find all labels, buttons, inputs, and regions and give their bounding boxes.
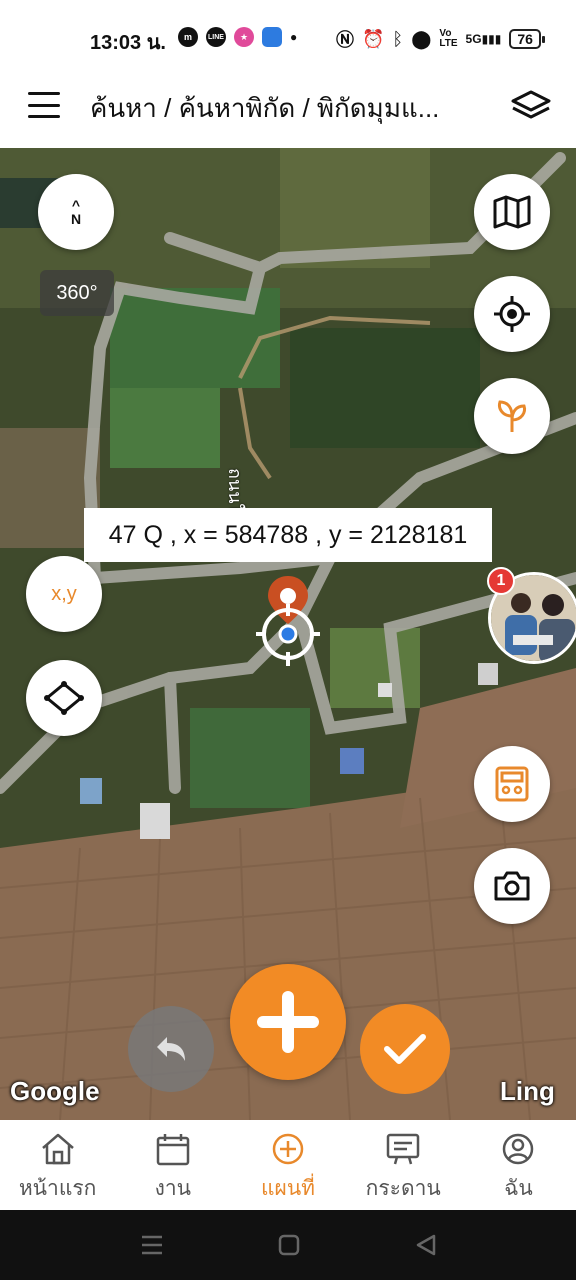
sprout-icon [498,400,526,432]
compass-north-label: N [70,211,82,227]
nav-profile-label: ฉัน [504,1177,533,1200]
map-type-button[interactable] [474,174,550,250]
compass-button[interactable]: ^ N [38,174,114,250]
nav-profile[interactable]: ฉัน [461,1120,576,1210]
crosshair-icon [494,296,530,332]
calculator-button[interactable] [474,746,550,822]
calendar-icon [156,1134,190,1166]
board-icon [386,1133,420,1165]
check-icon [384,1034,426,1064]
recents-icon[interactable] [142,1235,162,1255]
home-icon [41,1133,74,1165]
rotation-badge: 360° [40,270,114,316]
battery-indicator: 76 [509,29,545,49]
app-cube-icon [262,27,282,47]
polygon-tool-button[interactable] [26,660,102,736]
nav-home[interactable]: หน้าแรก [0,1120,115,1210]
map-icon [493,195,531,229]
hamburger-menu-icon[interactable] [28,92,60,118]
app-header: ค้นหา / ค้นหาพิกัด / พิกัดมุมแ... [0,68,576,148]
home-button-icon[interactable] [278,1234,300,1256]
nav-tasks[interactable]: งาน [115,1120,230,1210]
location-pin-icon[interactable] [252,574,324,670]
xy-button-label: x,y [51,582,77,605]
signal-icon: 5G▮▮▮ [465,32,502,46]
nav-map-label: แผนที่ [260,1177,316,1200]
polygon-icon [44,681,84,715]
undo-icon [157,1037,185,1061]
system-icons: Ⓝ ⏰ ᛒ ⬤ Vo LTE 5G▮▮▮ 76 [336,26,545,52]
notification-badge: 1 [487,567,515,595]
ling-attribution: Ling [500,1076,555,1106]
notification-icons: m LINE ★ ● [178,27,297,47]
system-navigation-bar [0,1210,576,1280]
map-view[interactable]: ถนนใหญ่ ^ N 360° x,y 47 Q , x = 584788 ,… [0,148,576,1120]
status-bar: 13:03 น. m LINE ★ ● Ⓝ ⏰ ᛒ ⬤ Vo LTE 5G▮▮▮ … [0,0,576,68]
nav-board-label: กระดาน [365,1177,441,1200]
location-icon: ⬤ [411,28,432,49]
alarm-icon: ⏰ [362,28,385,49]
line-icon: LINE [206,27,226,47]
page-title: ค้นหา / ค้นหาพิกัด / พิกัดมุมแ... [90,93,440,123]
messenger-icon: m [178,27,198,47]
plus-circle-icon [272,1133,304,1165]
status-time: 13:03 น. [90,32,166,54]
network-type: 5G [465,32,482,46]
calculator-icon [495,766,529,802]
google-attribution: Google [10,1076,100,1106]
nav-board[interactable]: กระดาน [346,1120,461,1210]
confirm-button[interactable] [360,1004,450,1094]
coordinate-readout: 47 Q , x = 584788 , y = 2128181 [84,508,492,562]
undo-button[interactable] [128,1006,214,1092]
more-dot-icon: ● [290,30,298,44]
nfc-icon: Ⓝ [336,30,354,50]
star-app-icon: ★ [234,27,254,47]
layers-icon[interactable] [510,88,552,124]
camera-icon [494,871,530,901]
bottom-navigation: หน้าแรก งาน แผนที่ กระดาน ฉัน [0,1120,576,1210]
bluetooth-icon: ᛒ [392,28,404,49]
camera-button[interactable] [474,848,550,924]
nav-home-label: หน้าแรก [18,1177,97,1200]
plant-layer-button[interactable] [474,378,550,454]
plus-icon [257,991,319,1053]
nav-map[interactable]: แผนที่ [230,1120,345,1210]
volte-icon: Vo LTE [439,28,458,49]
back-icon[interactable] [416,1234,436,1256]
xy-input-button[interactable]: x,y [26,556,102,632]
add-point-button[interactable] [230,964,346,1080]
profile-icon [503,1133,534,1165]
nav-tasks-label: งาน [154,1177,191,1200]
my-location-button[interactable] [474,276,550,352]
